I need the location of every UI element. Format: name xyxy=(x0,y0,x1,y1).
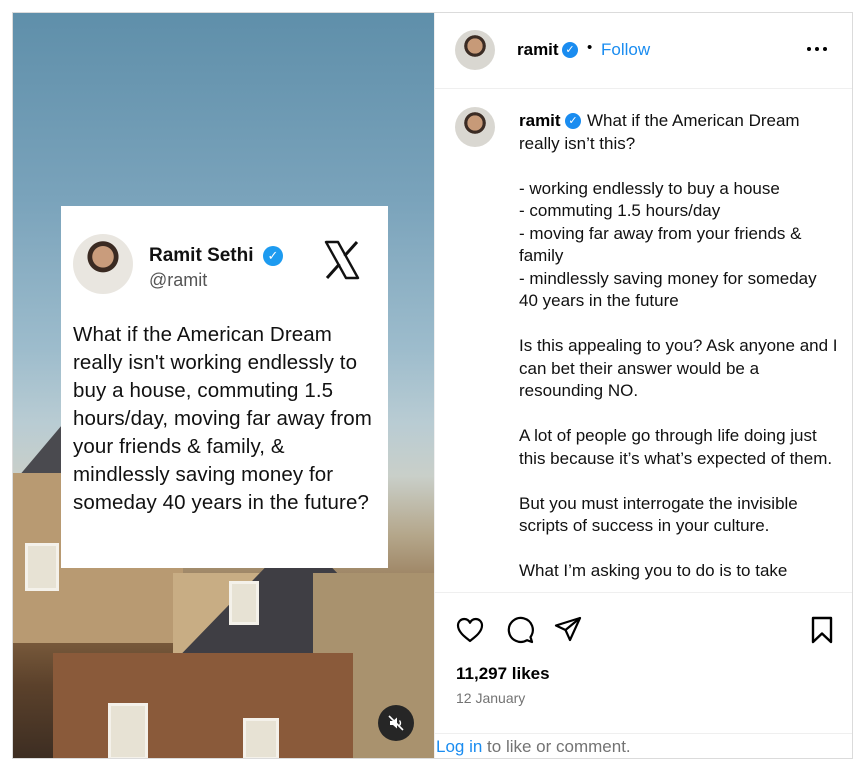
login-bar: Log in to like or comment. xyxy=(435,733,852,758)
caption-username[interactable]: ramit xyxy=(519,111,561,131)
like-count[interactable]: 11,297 likes xyxy=(456,664,550,684)
post-side-panel: ramit ✓ • Follow What if the American Dr… xyxy=(434,13,852,758)
verified-badge-icon: ✓ xyxy=(263,246,283,266)
separator-dot: • xyxy=(587,39,593,56)
post-frame: Ramit Sethi ✓ @ramit What if the America… xyxy=(12,12,853,759)
more-options-icon[interactable] xyxy=(807,47,831,55)
login-prompt: Log in to like or comment. xyxy=(436,734,631,758)
post-date[interactable]: 12 January xyxy=(456,690,525,706)
actions-section: 11,297 likes 12 January xyxy=(435,592,852,733)
heart-icon[interactable] xyxy=(455,615,485,645)
house-wall xyxy=(53,653,353,758)
login-prompt-text: to like or comment. xyxy=(482,737,631,756)
tweet-text: What if the American Dream really isn't … xyxy=(73,323,372,514)
paper-plane-icon[interactable] xyxy=(553,615,583,645)
avatar[interactable] xyxy=(455,30,495,70)
bookmark-icon[interactable] xyxy=(807,615,837,645)
caption-clip xyxy=(435,580,852,592)
verified-badge-icon: ✓ xyxy=(565,113,581,129)
follow-button[interactable]: Follow xyxy=(601,40,650,60)
house-window xyxy=(108,703,148,758)
post-header: ramit ✓ • Follow xyxy=(435,13,852,89)
mute-button[interactable] xyxy=(378,705,414,741)
caption-area[interactable]: What if the American Dream really isn’t … xyxy=(435,90,852,592)
tweet-author-handle: @ramit xyxy=(149,270,208,290)
login-link[interactable]: Log in xyxy=(436,737,482,756)
post-media[interactable]: Ramit Sethi ✓ @ramit What if the America… xyxy=(13,13,434,758)
tweet-avatar xyxy=(73,234,133,294)
author-username[interactable]: ramit xyxy=(517,40,559,60)
muted-speaker-icon xyxy=(388,715,404,731)
house-window xyxy=(25,543,59,591)
x-logo-icon xyxy=(324,240,360,280)
house-window xyxy=(243,718,279,758)
verified-badge-icon: ✓ xyxy=(562,42,578,58)
avatar[interactable] xyxy=(455,107,495,147)
tweet-author-name: Ramit Sethi xyxy=(149,245,254,266)
tweet-card: Ramit Sethi ✓ @ramit What if the America… xyxy=(61,206,388,568)
caption-text: What if the American Dream really isn’t … xyxy=(519,111,838,580)
house-window xyxy=(229,581,259,625)
comment-bubble-icon[interactable] xyxy=(505,615,535,645)
